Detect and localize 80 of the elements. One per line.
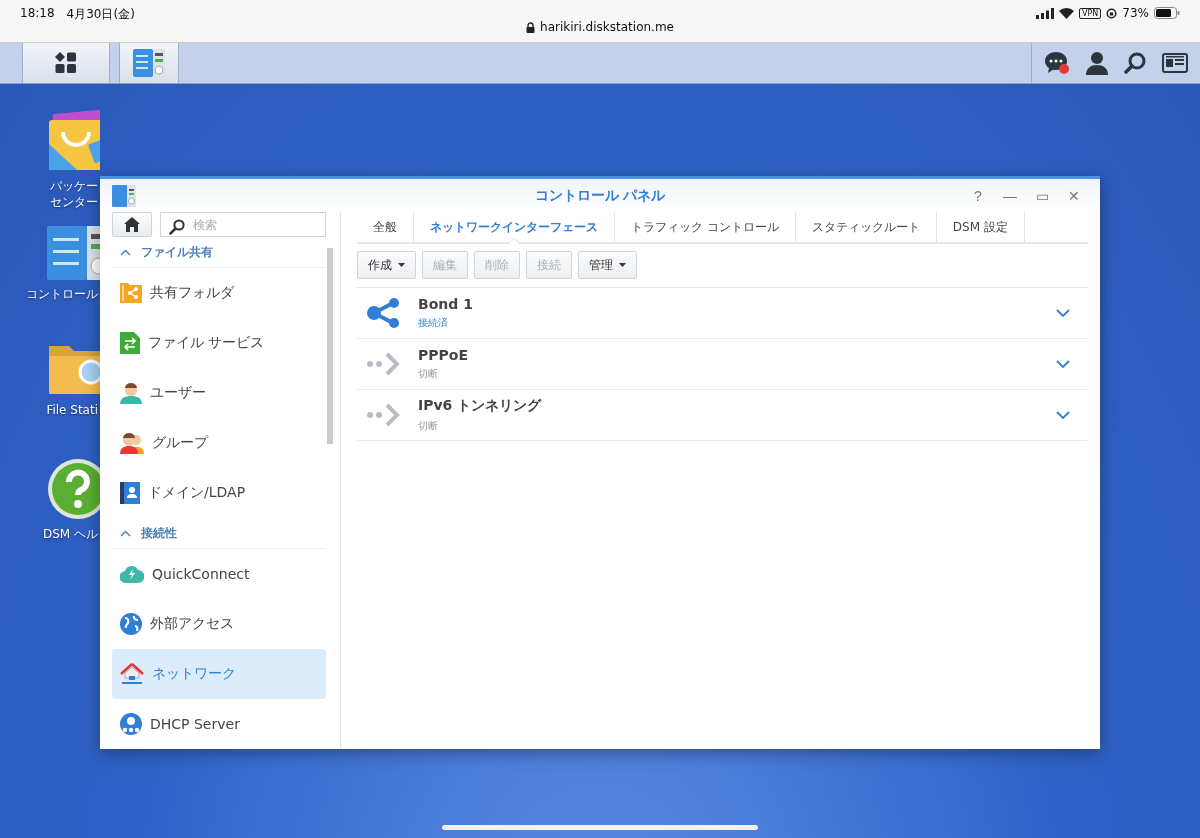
vpn-badge: VPN xyxy=(1079,7,1102,19)
battery-icon xyxy=(1154,7,1180,19)
globe-icon xyxy=(120,613,142,635)
sidebar-item[interactable]: 外部アクセス xyxy=(112,599,326,649)
sidebar-item[interactable]: ネットワーク xyxy=(112,649,326,699)
file-transfer-icon xyxy=(120,332,140,354)
home-button[interactable] xyxy=(112,212,152,237)
shopping-bag-icon[interactable] xyxy=(47,110,100,172)
widgets-button[interactable] xyxy=(1162,53,1188,73)
chevron-down-icon[interactable] xyxy=(1056,309,1070,317)
interface-status: 切断 xyxy=(418,367,439,381)
interface-row[interactable]: PPPoE 切断 xyxy=(357,339,1088,390)
interface-row[interactable]: IPv6 トンネリング 切断 xyxy=(357,390,1088,441)
chevron-down-icon[interactable] xyxy=(1056,360,1070,368)
date-text: 4月30日(金) xyxy=(66,6,135,23)
home-icon xyxy=(124,217,140,232)
window-title: コントロール パネル xyxy=(534,186,666,205)
toolbar-button[interactable]: 管理 xyxy=(578,251,637,279)
minimize-button[interactable]: — xyxy=(998,187,1022,204)
interface-name: IPv6 トンネリング xyxy=(418,397,542,415)
chevron-down-icon[interactable] xyxy=(1056,411,1070,419)
id-card-icon xyxy=(1162,53,1188,73)
interface-name: Bond 1 xyxy=(418,296,473,312)
sidebar-item[interactable]: ドメイン/LDAP xyxy=(112,468,326,518)
tab[interactable]: 全般 xyxy=(357,212,414,242)
network-user-icon xyxy=(120,713,142,735)
tab[interactable]: スタティックルート xyxy=(795,212,937,242)
tab[interactable]: DSM 設定 xyxy=(936,212,1025,242)
interface-status: 切断 xyxy=(418,419,439,433)
scrollbar[interactable] xyxy=(327,248,333,444)
main-menu-button[interactable] xyxy=(22,43,110,83)
control-panel-icon[interactable] xyxy=(47,226,100,280)
interface-name: PPPoE xyxy=(418,347,468,363)
section-header[interactable]: 接続性 xyxy=(141,524,177,542)
chevron-icon[interactable] xyxy=(120,248,131,256)
search-field[interactable]: 検索 xyxy=(160,212,326,237)
user-icon xyxy=(120,382,142,404)
maximize-button[interactable]: ▭ xyxy=(1030,187,1054,204)
lock-icon xyxy=(526,21,536,33)
control-panel-icon xyxy=(133,49,165,77)
desktop-icon-label[interactable]: File Stati xyxy=(46,402,98,418)
time-text: 18:18 xyxy=(20,6,55,20)
url-text: harikiri.diskstation.me xyxy=(0,20,1200,34)
chat-bubble-icon xyxy=(1044,51,1070,75)
tab[interactable]: トラフィック コントロール xyxy=(615,212,796,242)
sidebar-item[interactable]: DHCP Server xyxy=(112,699,326,749)
apps-icon xyxy=(55,52,77,74)
interface-row[interactable]: Bond 1 接続済 xyxy=(357,288,1088,339)
close-button[interactable]: ✕ xyxy=(1062,187,1086,204)
sidebar-item[interactable]: QuickConnect xyxy=(112,549,326,599)
control-panel-taskbar-button[interactable] xyxy=(119,43,179,83)
cloud-icon xyxy=(120,565,144,583)
desktop-icon-label[interactable]: パッケー xyxy=(50,178,98,194)
help-button[interactable]: ? xyxy=(966,187,990,204)
sidebar-item[interactable]: ファイル サービス xyxy=(112,318,326,368)
control-panel-icon xyxy=(112,184,136,207)
rotation-lock-icon xyxy=(1106,7,1118,19)
user-button[interactable] xyxy=(1086,51,1108,75)
wifi-icon xyxy=(1059,7,1075,19)
signal-icon xyxy=(1036,7,1055,19)
group-icon xyxy=(120,432,144,454)
battery-text: 73% xyxy=(1122,6,1149,20)
desktop-icon-label[interactable]: センター xyxy=(50,194,98,210)
sidebar-item[interactable]: ユーザー xyxy=(112,368,326,418)
toolbar-button[interactable]: 作成 xyxy=(357,251,416,279)
house-network-icon xyxy=(120,663,144,685)
search-icon xyxy=(1124,52,1146,74)
sidebar-item[interactable]: 共有フォルダ xyxy=(112,268,326,318)
notifications-button[interactable] xyxy=(1044,51,1070,75)
chevron-icon[interactable] xyxy=(120,529,131,537)
interface-status: 接続済 xyxy=(418,316,449,330)
section-header[interactable]: ファイル共有 xyxy=(141,243,213,261)
shared-folder-icon xyxy=(120,283,142,303)
desktop-icon-label[interactable]: DSM ヘル xyxy=(42,526,98,542)
sidebar-item[interactable]: グループ xyxy=(112,418,326,468)
contact-book-icon xyxy=(120,482,140,504)
user-icon xyxy=(1086,51,1108,75)
desktop-icon-label[interactable]: コントロール xyxy=(26,286,98,302)
search-icon xyxy=(169,219,185,235)
search-button[interactable] xyxy=(1124,52,1146,74)
